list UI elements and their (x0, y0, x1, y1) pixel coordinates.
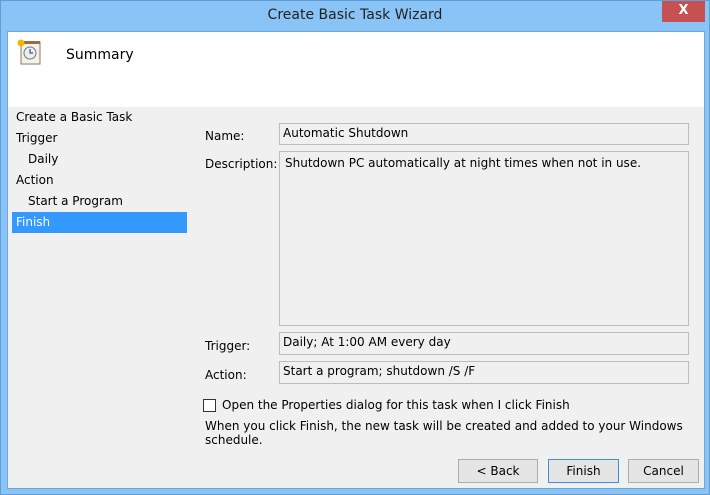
wizard-window: Create Basic Task Wizard X Summary Creat… (0, 0, 710, 495)
action-label: Action: (205, 368, 247, 382)
description-label: Description: (205, 157, 278, 171)
client-area: Summary Create a Basic Task Trigger Dail… (7, 31, 705, 489)
nav-item-start-program[interactable]: Start a Program (12, 191, 187, 212)
finish-note: When you click Finish, the new task will… (205, 419, 683, 447)
name-field[interactable]: Automatic Shutdown (279, 123, 689, 145)
nav-item-action[interactable]: Action (12, 170, 187, 191)
name-label: Name: (205, 129, 245, 143)
description-field[interactable]: Shutdown PC automatically at night times… (279, 151, 689, 326)
wizard-steps-nav: Create a Basic Task Trigger Daily Action… (12, 107, 187, 233)
open-properties-label[interactable]: Open the Properties dialog for this task… (222, 398, 570, 412)
trigger-label: Trigger: (205, 339, 251, 353)
action-field[interactable]: Start a program; shutdown /S /F (279, 361, 689, 384)
nav-item-trigger[interactable]: Trigger (12, 128, 187, 149)
nav-item-daily[interactable]: Daily (12, 149, 187, 170)
back-button[interactable]: < Back (458, 459, 538, 483)
task-scheduler-icon (17, 39, 41, 65)
open-properties-checkbox[interactable] (203, 399, 216, 412)
header: Summary (8, 32, 704, 107)
window-title: Create Basic Task Wizard (267, 7, 443, 23)
finish-button[interactable]: Finish (548, 459, 619, 483)
page-title: Summary (66, 47, 134, 63)
close-button[interactable]: X (662, 1, 705, 22)
nav-item-finish[interactable]: Finish (12, 212, 187, 233)
cancel-button[interactable]: Cancel (628, 459, 699, 483)
nav-item-create-basic-task[interactable]: Create a Basic Task (12, 107, 187, 128)
trigger-field[interactable]: Daily; At 1:00 AM every day (279, 332, 689, 355)
